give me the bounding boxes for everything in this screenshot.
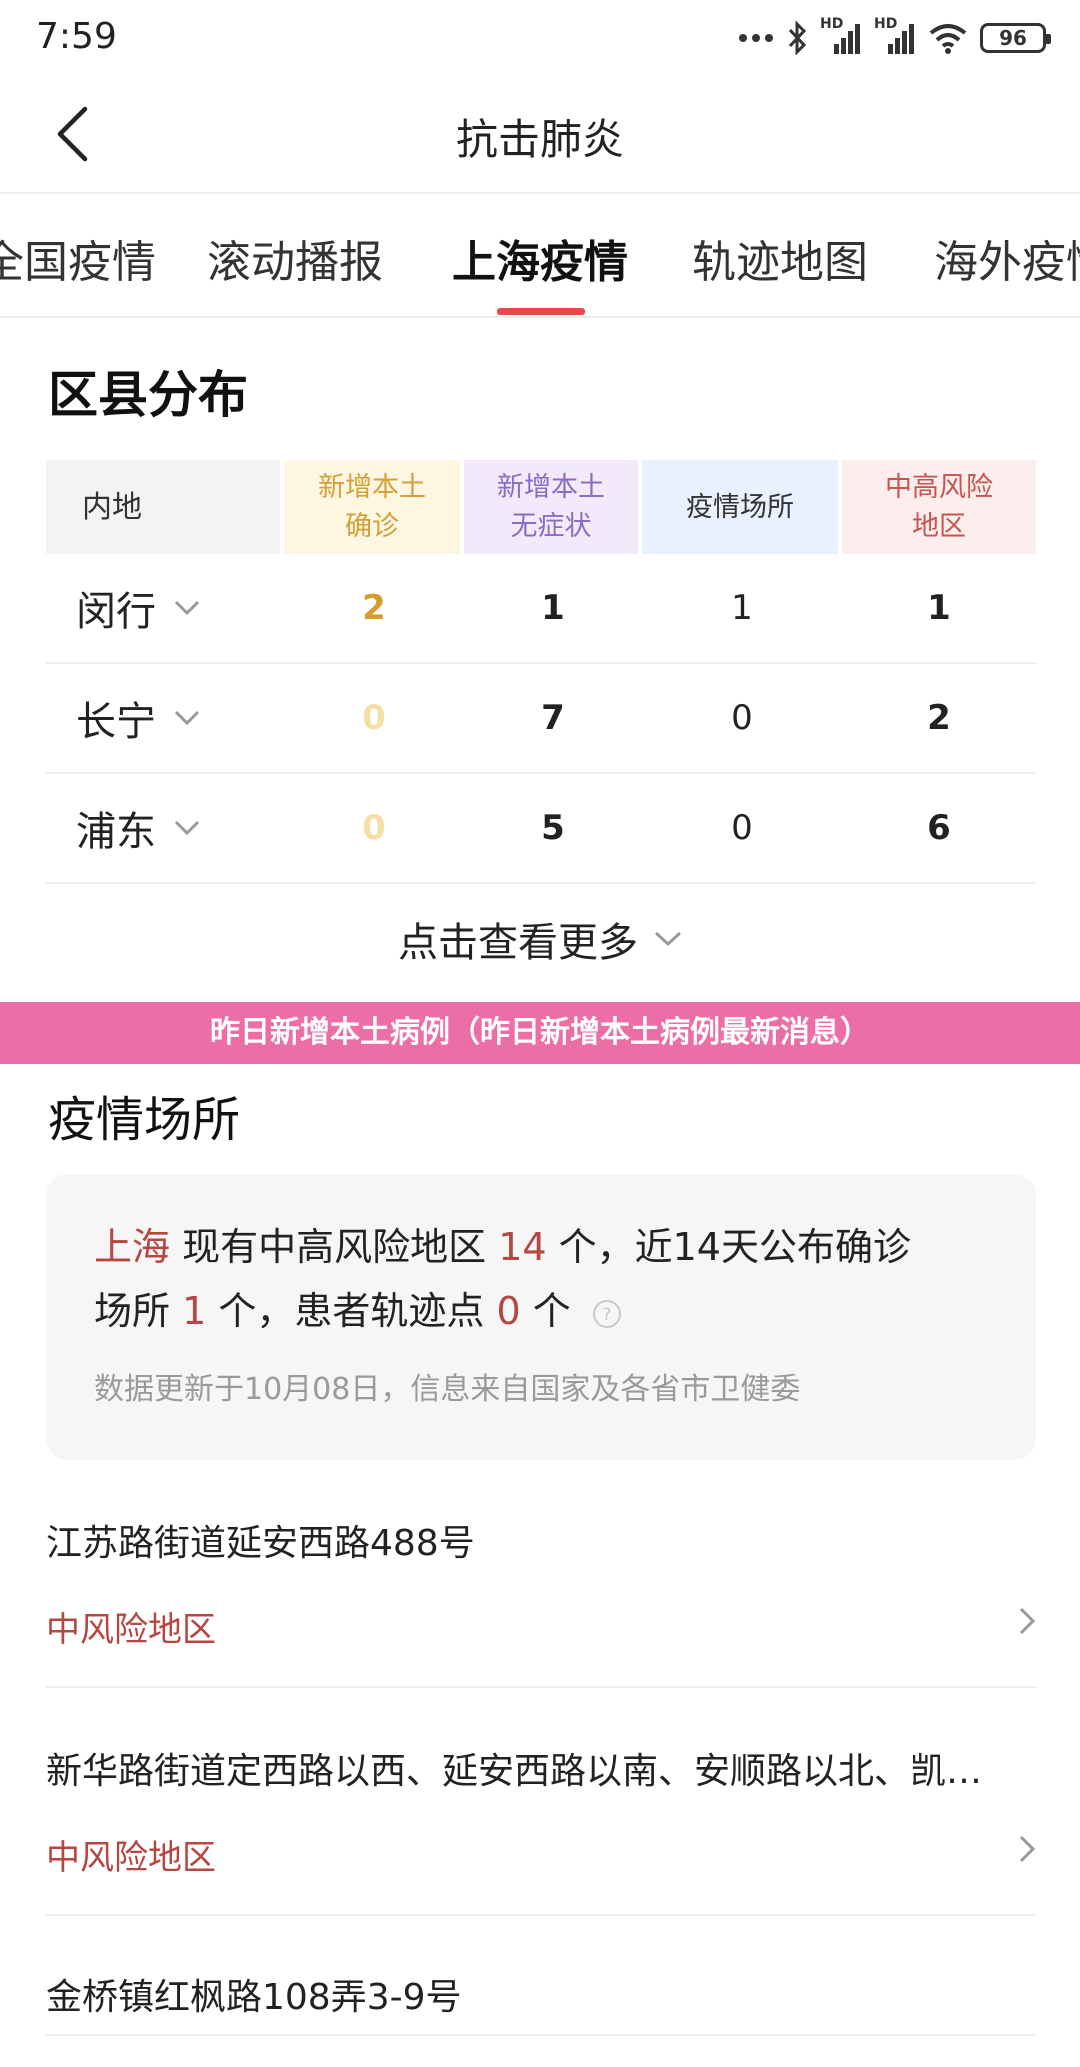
tab-overseas[interactable]: 海外疫情 xyxy=(934,226,1080,290)
chevron-down-icon xyxy=(174,600,200,616)
header-new-confirmed-label: 新增本土 确诊 xyxy=(318,472,426,542)
summary-city: 上海 xyxy=(94,1225,171,1269)
risk-areas-cell: 1 xyxy=(927,588,951,628)
header-new-confirmed: 新增本土 确诊 xyxy=(284,460,460,554)
chevron-down-icon xyxy=(654,931,682,947)
risk-areas-cell: 6 xyxy=(927,808,951,848)
chevron-down-icon xyxy=(174,820,200,836)
data-update-note: 数据更新于10月08日，信息来自国家及各省市卫健委 xyxy=(94,1372,801,1407)
summary-line-1: 上海 现有中高风险地区 14 个，近14天公布确诊 xyxy=(94,1216,911,1271)
header-risk-areas: 中高风险 地区 xyxy=(842,460,1036,554)
more-dots-icon xyxy=(739,34,773,42)
confirmed-cell: 2 xyxy=(362,588,386,628)
battery-level: 96 xyxy=(999,26,1027,50)
signal-icon-2: HD xyxy=(874,16,916,56)
summary-track-count: 0 xyxy=(496,1289,521,1333)
venues-cell: 0 xyxy=(731,808,753,848)
tab-shanghai[interactable]: 上海疫情 xyxy=(452,226,628,290)
venue-name: 江苏路街道延安西路488号 xyxy=(46,1523,475,1564)
venue-risk-level: 中风险地区 xyxy=(46,1838,216,1878)
district-name: 长宁 xyxy=(76,699,156,745)
asymptomatic-cell: 1 xyxy=(541,588,565,628)
bluetooth-icon xyxy=(788,21,807,55)
risk-areas-cell: 2 xyxy=(927,698,951,738)
venue-name: 金桥镇红枫路108弄3-9号 xyxy=(46,1977,462,2018)
active-tab-indicator xyxy=(497,308,585,315)
district-cell[interactable]: 长宁 xyxy=(46,689,284,747)
chevron-down-icon xyxy=(174,710,200,726)
help-icon[interactable]: ? xyxy=(591,1298,623,1330)
venue-risk-level: 中风险地区 xyxy=(46,1610,216,1650)
header-new-asymptomatic-label: 新增本土 无症状 xyxy=(497,472,605,542)
view-more-label: 点击查看更多 xyxy=(398,920,638,966)
status-time: 7:59 xyxy=(36,16,117,57)
district-table: 内地 新增本土 确诊 新增本土 无症状 疫情场所 中高风险 地区 闵行 2 1 … xyxy=(46,460,1036,884)
venue-summary-card: 上海 现有中高风险地区 14 个，近14天公布确诊 场所 1 个，患者轨迹点 0… xyxy=(46,1174,1036,1460)
status-icons: HD HD 96 xyxy=(738,16,1051,58)
table-row[interactable]: 闵行 2 1 1 1 xyxy=(46,554,1036,664)
asymptomatic-cell: 7 xyxy=(541,698,565,738)
header-venues-label: 疫情场所 xyxy=(686,491,794,523)
summary-venue-count: 1 xyxy=(182,1289,207,1333)
summary-line-2: 场所 1 个，患者轨迹点 0 个 ? xyxy=(94,1280,623,1335)
divider xyxy=(46,2034,1036,2036)
tab-national[interactable]: 全国疫情 xyxy=(0,226,156,290)
table-header: 内地 新增本土 确诊 新增本土 无症状 疫情场所 中高风险 地区 xyxy=(46,460,1036,554)
district-cell[interactable]: 闵行 xyxy=(46,579,284,637)
divider xyxy=(46,1686,1036,1688)
venues-cell: 1 xyxy=(731,588,753,628)
status-bar: 7:59 HD HD 96 xyxy=(0,0,1080,76)
venue-item[interactable]: 金桥镇红枫路108弄3-9号 xyxy=(46,1968,1036,2020)
summary-text-1: 现有中高风险地区 xyxy=(170,1225,499,1269)
header-region: 内地 xyxy=(46,460,280,554)
summary-text-3: 场所 xyxy=(94,1289,183,1333)
district-name: 浦东 xyxy=(76,809,156,855)
tab-rolling-news[interactable]: 滚动播报 xyxy=(207,226,383,290)
chevron-right-icon xyxy=(1019,1835,1036,1863)
headline-banner: 昨日新增本土病例（昨日新增本土病例最新消息） xyxy=(0,1002,1080,1064)
wifi-icon xyxy=(929,24,967,54)
tab-track-map[interactable]: 轨迹地图 xyxy=(692,226,868,290)
battery-icon: 96 xyxy=(980,23,1051,53)
summary-text-5: 个 xyxy=(520,1289,571,1333)
header-risk-areas-label: 中高风险 地区 xyxy=(885,472,993,542)
district-cell[interactable]: 浦东 xyxy=(46,799,284,857)
header-new-asymptomatic: 新增本土 无症状 xyxy=(464,460,638,554)
summary-text-2: 个，近14天公布确诊 xyxy=(546,1225,911,1269)
district-section-title: 区县分布 xyxy=(48,366,248,424)
venue-item[interactable]: 江苏路街道延安西路488号 中风险地区 xyxy=(46,1514,1036,1651)
venue-name: 新华路街道定西路以西、延安西路以南、安顺路以北、凯… xyxy=(46,1751,983,1792)
confirmed-cell: 0 xyxy=(362,808,386,848)
nav-bar: 抗击肺炎 xyxy=(0,76,1080,194)
summary-risk-count: 14 xyxy=(498,1225,547,1269)
signal-icon-1: HD xyxy=(820,16,862,56)
page-title: 抗击肺炎 xyxy=(455,115,624,164)
tab-bar: 全国疫情 滚动播报 上海疫情 轨迹地图 海外疫情 xyxy=(0,196,1080,318)
table-row[interactable]: 浦东 0 5 0 6 xyxy=(46,774,1036,884)
venues-cell: 0 xyxy=(731,698,753,738)
asymptomatic-cell: 5 xyxy=(541,808,565,848)
divider xyxy=(46,1914,1036,1916)
confirmed-cell: 0 xyxy=(362,698,386,738)
chevron-right-icon xyxy=(1019,1607,1036,1635)
header-region-label: 内地 xyxy=(82,489,142,525)
venues-section-title: 疫情场所 xyxy=(48,1092,241,1148)
svg-text:?: ? xyxy=(602,1305,611,1325)
view-more-button[interactable]: 点击查看更多 xyxy=(0,910,1080,968)
header-venues: 疫情场所 xyxy=(642,460,838,554)
table-row[interactable]: 长宁 0 7 0 2 xyxy=(46,664,1036,774)
summary-text-4: 个，患者轨迹点 xyxy=(206,1289,497,1333)
venue-item[interactable]: 新华路街道定西路以西、延安西路以南、安顺路以北、凯… 中风险地区 xyxy=(46,1742,1036,1879)
district-name: 闵行 xyxy=(76,589,156,635)
